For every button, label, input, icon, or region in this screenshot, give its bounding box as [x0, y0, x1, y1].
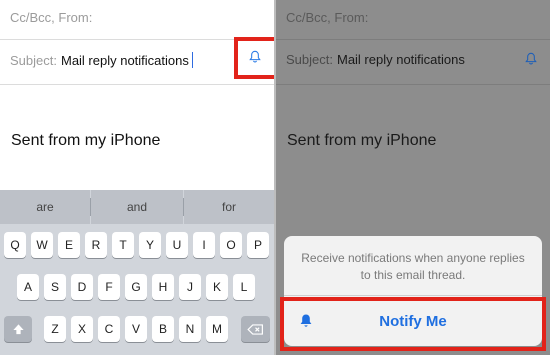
key-q[interactable]: Q	[4, 232, 26, 258]
subject-divider	[0, 84, 274, 85]
key-c[interactable]: C	[98, 316, 120, 342]
key-v[interactable]: V	[125, 316, 147, 342]
email-signature: Sent from my iPhone	[287, 132, 437, 149]
key-g[interactable]: G	[125, 274, 147, 300]
key-s[interactable]: S	[44, 274, 66, 300]
key-w[interactable]: W	[31, 232, 53, 258]
subject-value: Mail reply notifications	[336, 52, 465, 67]
shift-key[interactable]	[4, 316, 32, 342]
email-signature[interactable]: Sent from my iPhone	[11, 132, 160, 150]
subject-divider	[276, 84, 550, 85]
subject-field[interactable]: Subject: Mail reply notifications	[10, 52, 193, 68]
backspace-icon	[247, 323, 263, 335]
key-b[interactable]: B	[152, 316, 174, 342]
cc-from-label[interactable]: Cc/Bcc, From:	[10, 10, 92, 25]
compose-panel-right: Cc/Bcc, From: Subject: Mail reply notific…	[276, 0, 550, 355]
key-m[interactable]: M	[206, 316, 228, 342]
key-u[interactable]: U	[166, 232, 188, 258]
notify-bell-button	[517, 45, 545, 73]
key-f[interactable]: F	[98, 274, 120, 300]
key-d[interactable]: D	[71, 274, 93, 300]
key-h[interactable]: H	[152, 274, 174, 300]
bell-icon	[525, 52, 537, 65]
compose-panel-left: Cc/Bcc, From: Subject: Mail reply notific…	[0, 0, 274, 355]
key-p[interactable]: P	[247, 232, 269, 258]
suggestion-1[interactable]: are	[0, 190, 90, 224]
subject-label: Subject:	[10, 53, 57, 68]
field-divider	[0, 39, 274, 40]
text-cursor	[191, 52, 193, 68]
key-x[interactable]: X	[71, 316, 93, 342]
subject-value[interactable]: Mail reply notifications	[61, 53, 189, 68]
notify-message: Receive notifications when anyone replie…	[301, 251, 525, 282]
backspace-key[interactable]	[241, 316, 270, 342]
key-o[interactable]: O	[220, 232, 242, 258]
shift-icon	[12, 323, 24, 334]
highlight-box-bell	[234, 37, 274, 79]
cc-from-label: Cc/Bcc, From:	[286, 10, 369, 25]
field-divider	[276, 39, 550, 40]
key-r[interactable]: R	[85, 232, 107, 258]
keyboard: are and for Q W E R T Y U I O P A S D F …	[0, 190, 274, 355]
suggestion-2[interactable]: and	[91, 190, 183, 224]
key-k[interactable]: K	[206, 274, 228, 300]
suggestion-divider	[183, 198, 184, 216]
key-a[interactable]: A	[17, 274, 39, 300]
key-t[interactable]: T	[112, 232, 134, 258]
key-j[interactable]: J	[179, 274, 201, 300]
subject-label: Subject:	[286, 52, 333, 67]
suggestion-3[interactable]: for	[184, 190, 274, 224]
key-l[interactable]: L	[233, 274, 255, 300]
suggestion-divider	[90, 198, 91, 216]
key-y[interactable]: Y	[139, 232, 161, 258]
subject-field: Subject: Mail reply notifications	[286, 52, 465, 67]
key-z[interactable]: Z	[44, 316, 66, 342]
key-e[interactable]: E	[58, 232, 80, 258]
key-n[interactable]: N	[179, 316, 201, 342]
key-i[interactable]: I	[193, 232, 215, 258]
highlight-box-notify	[280, 297, 546, 351]
